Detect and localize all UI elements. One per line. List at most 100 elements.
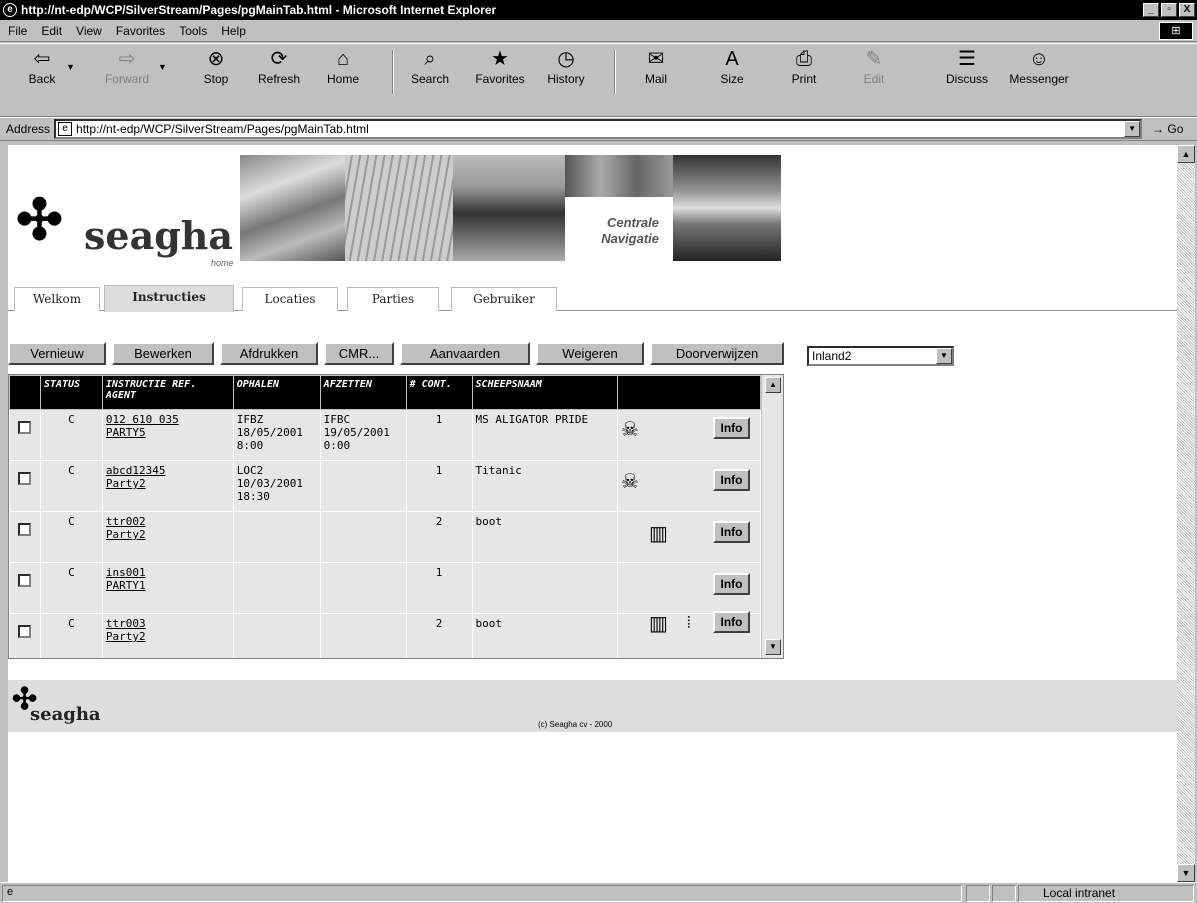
banner-photo-road bbox=[673, 155, 781, 261]
chevron-down-icon[interactable]: ▼ bbox=[936, 348, 952, 364]
table-scrollbar[interactable]: ▲ ▼ bbox=[761, 375, 783, 658]
scroll-up-icon[interactable]: ▲ bbox=[765, 377, 781, 393]
ref-link[interactable]: 012 610 035 bbox=[106, 413, 179, 426]
status-cell: C bbox=[39, 511, 103, 563]
page-scrollbar[interactable]: ▲ ▼ bbox=[1177, 145, 1195, 882]
search-button[interactable]: ⌕ Search bbox=[404, 48, 456, 96]
logo-home-label: home bbox=[211, 258, 234, 268]
row-checkbox[interactable] bbox=[18, 625, 32, 638]
favorites-label: Favorites bbox=[475, 72, 525, 86]
main-tabs: Welkom Instructies Locaties Parties Gebr… bbox=[8, 285, 1177, 312]
history-button[interactable]: ◷ History bbox=[540, 48, 592, 96]
ref-link[interactable]: ttr003 bbox=[106, 617, 146, 630]
copyright-text: (c) Seagha cv - 2000 bbox=[538, 720, 613, 729]
row-checkbox[interactable] bbox=[18, 421, 32, 434]
table-row: C ttr003 Party2 2 boot bbox=[9, 613, 761, 658]
minimize-button[interactable]: _ bbox=[1143, 3, 1159, 17]
skull-crossbones-icon[interactable]: ☠ bbox=[621, 420, 639, 440]
menu-view[interactable]: View bbox=[76, 24, 102, 38]
vernieuw-button[interactable]: Vernieuw bbox=[8, 342, 106, 365]
aanvaarden-button[interactable]: Aanvaarden bbox=[400, 342, 530, 365]
header-status: STATUS bbox=[39, 375, 103, 410]
address-url: http://nt-edp/WCP/SilverStream/Pages/pgM… bbox=[76, 122, 369, 136]
back-button[interactable]: ⇦ Back bbox=[22, 48, 62, 96]
info-button[interactable]: Info bbox=[713, 611, 750, 633]
header-ophalen: OPHALEN bbox=[232, 375, 321, 410]
home-button[interactable]: ⌂ Home bbox=[320, 48, 366, 96]
mail-button[interactable]: ✉ Mail bbox=[636, 48, 676, 96]
container-icon[interactable]: ▥ bbox=[649, 614, 668, 634]
location-select[interactable]: Inland2 ▼ bbox=[807, 346, 954, 366]
refresh-button[interactable]: ⟳ Refresh bbox=[252, 48, 306, 96]
agent-link[interactable]: PARTY5 bbox=[106, 426, 146, 439]
size-button[interactable]: A Size bbox=[712, 48, 752, 96]
status-bar: e Local intranet bbox=[0, 882, 1197, 903]
row-select-cell bbox=[9, 562, 41, 614]
discuss-button[interactable]: ☰ Discuss bbox=[940, 48, 994, 96]
weigeren-button[interactable]: Weigeren bbox=[536, 342, 644, 365]
tab-parties[interactable]: Parties bbox=[347, 287, 439, 311]
scroll-down-icon[interactable]: ▼ bbox=[1177, 864, 1195, 882]
menu-file[interactable]: File bbox=[8, 24, 27, 38]
ref-link[interactable]: ins001 bbox=[106, 566, 146, 579]
tab-welkom[interactable]: Welkom bbox=[14, 287, 100, 311]
forward-dropdown-icon[interactable]: ▼ bbox=[158, 62, 167, 72]
ref-cell: 012 610 035 PARTY5 bbox=[101, 409, 234, 461]
scroll-up-icon[interactable]: ▲ bbox=[1177, 145, 1195, 163]
header-cont: # CONT. bbox=[405, 375, 473, 410]
ref-link[interactable]: ttr002 bbox=[106, 515, 146, 528]
history-icon: ◷ bbox=[557, 48, 575, 70]
barcode-icon[interactable]: ⦙ bbox=[687, 614, 691, 634]
close-button[interactable]: X bbox=[1179, 3, 1195, 17]
ophalen-cell bbox=[232, 562, 321, 614]
window-title: http://nt-edp/WCP/SilverStream/Pages/pgM… bbox=[21, 3, 497, 17]
info-button[interactable]: Info bbox=[713, 521, 750, 543]
stop-button[interactable]: ⊗ Stop bbox=[196, 48, 236, 96]
info-button[interactable]: Info bbox=[713, 417, 750, 439]
forward-label: Forward bbox=[104, 72, 149, 86]
row-checkbox[interactable] bbox=[18, 574, 32, 587]
messenger-icon: ☺ bbox=[1028, 48, 1050, 70]
container-icon[interactable]: ▥ bbox=[649, 524, 668, 544]
row-checkbox[interactable] bbox=[18, 523, 32, 536]
ref-link[interactable]: abcd12345 bbox=[106, 464, 166, 477]
header-ref: INSTRUCTIE REF. AGENT bbox=[101, 375, 234, 410]
menu-edit[interactable]: Edit bbox=[41, 24, 62, 38]
window-title-bar[interactable]: e http://nt-edp/WCP/SilverStream/Pages/p… bbox=[0, 0, 1197, 20]
tab-locaties[interactable]: Locaties bbox=[242, 287, 338, 311]
skull-crossbones-icon[interactable]: ☠ bbox=[621, 472, 639, 492]
edit-button[interactable]: ✎ Edit bbox=[854, 48, 894, 96]
address-dropdown-icon[interactable]: ▼ bbox=[1124, 121, 1141, 137]
home-label: Home bbox=[326, 72, 359, 86]
cmr-button[interactable]: CMR... bbox=[324, 342, 394, 365]
go-button[interactable]: → Go bbox=[1152, 122, 1183, 136]
forward-button[interactable]: ⇨ Forward bbox=[100, 48, 154, 96]
menu-tools[interactable]: Tools bbox=[179, 24, 207, 38]
menu-favorites[interactable]: Favorites bbox=[116, 24, 165, 38]
row-checkbox[interactable] bbox=[18, 472, 32, 485]
info-button[interactable]: Info bbox=[713, 573, 750, 595]
maximize-button[interactable]: ▫ bbox=[1161, 3, 1177, 17]
agent-link[interactable]: Party2 bbox=[106, 630, 146, 643]
cont-cell: 1 bbox=[405, 409, 473, 461]
tab-gebruiker[interactable]: Gebruiker bbox=[451, 287, 557, 311]
bewerken-button[interactable]: Bewerken bbox=[112, 342, 214, 365]
messenger-button[interactable]: ☺ Messenger bbox=[1004, 48, 1074, 96]
agent-link[interactable]: Party2 bbox=[106, 528, 146, 541]
doorverwijzen-button[interactable]: Doorverwijzen bbox=[650, 342, 784, 365]
address-input[interactable]: e http://nt-edp/WCP/SilverStream/Pages/p… bbox=[54, 119, 1143, 139]
info-button[interactable]: Info bbox=[713, 469, 750, 491]
agent-link[interactable]: PARTY1 bbox=[106, 579, 146, 592]
favorites-button[interactable]: ★ Favorites bbox=[468, 48, 532, 96]
menu-help[interactable]: Help bbox=[221, 24, 246, 38]
back-dropdown-icon[interactable]: ▼ bbox=[66, 62, 75, 72]
print-button[interactable]: ⎙ Print bbox=[784, 48, 824, 96]
size-label: Size bbox=[720, 72, 744, 86]
scroll-down-icon[interactable]: ▼ bbox=[765, 639, 781, 655]
security-zone: Local intranet bbox=[1018, 885, 1194, 902]
agent-link[interactable]: Party2 bbox=[106, 477, 146, 490]
ophalen-location: LOC2 bbox=[236, 464, 264, 477]
standard-toolbar: ⇦ Back ▼ ⇨ Forward ▼ ⊗ Stop ⟳ Refresh ⌂ Home … bbox=[0, 43, 1197, 117]
tab-instructies[interactable]: Instructies bbox=[104, 285, 234, 312]
afdrukken-button[interactable]: Afdrukken bbox=[220, 342, 318, 365]
